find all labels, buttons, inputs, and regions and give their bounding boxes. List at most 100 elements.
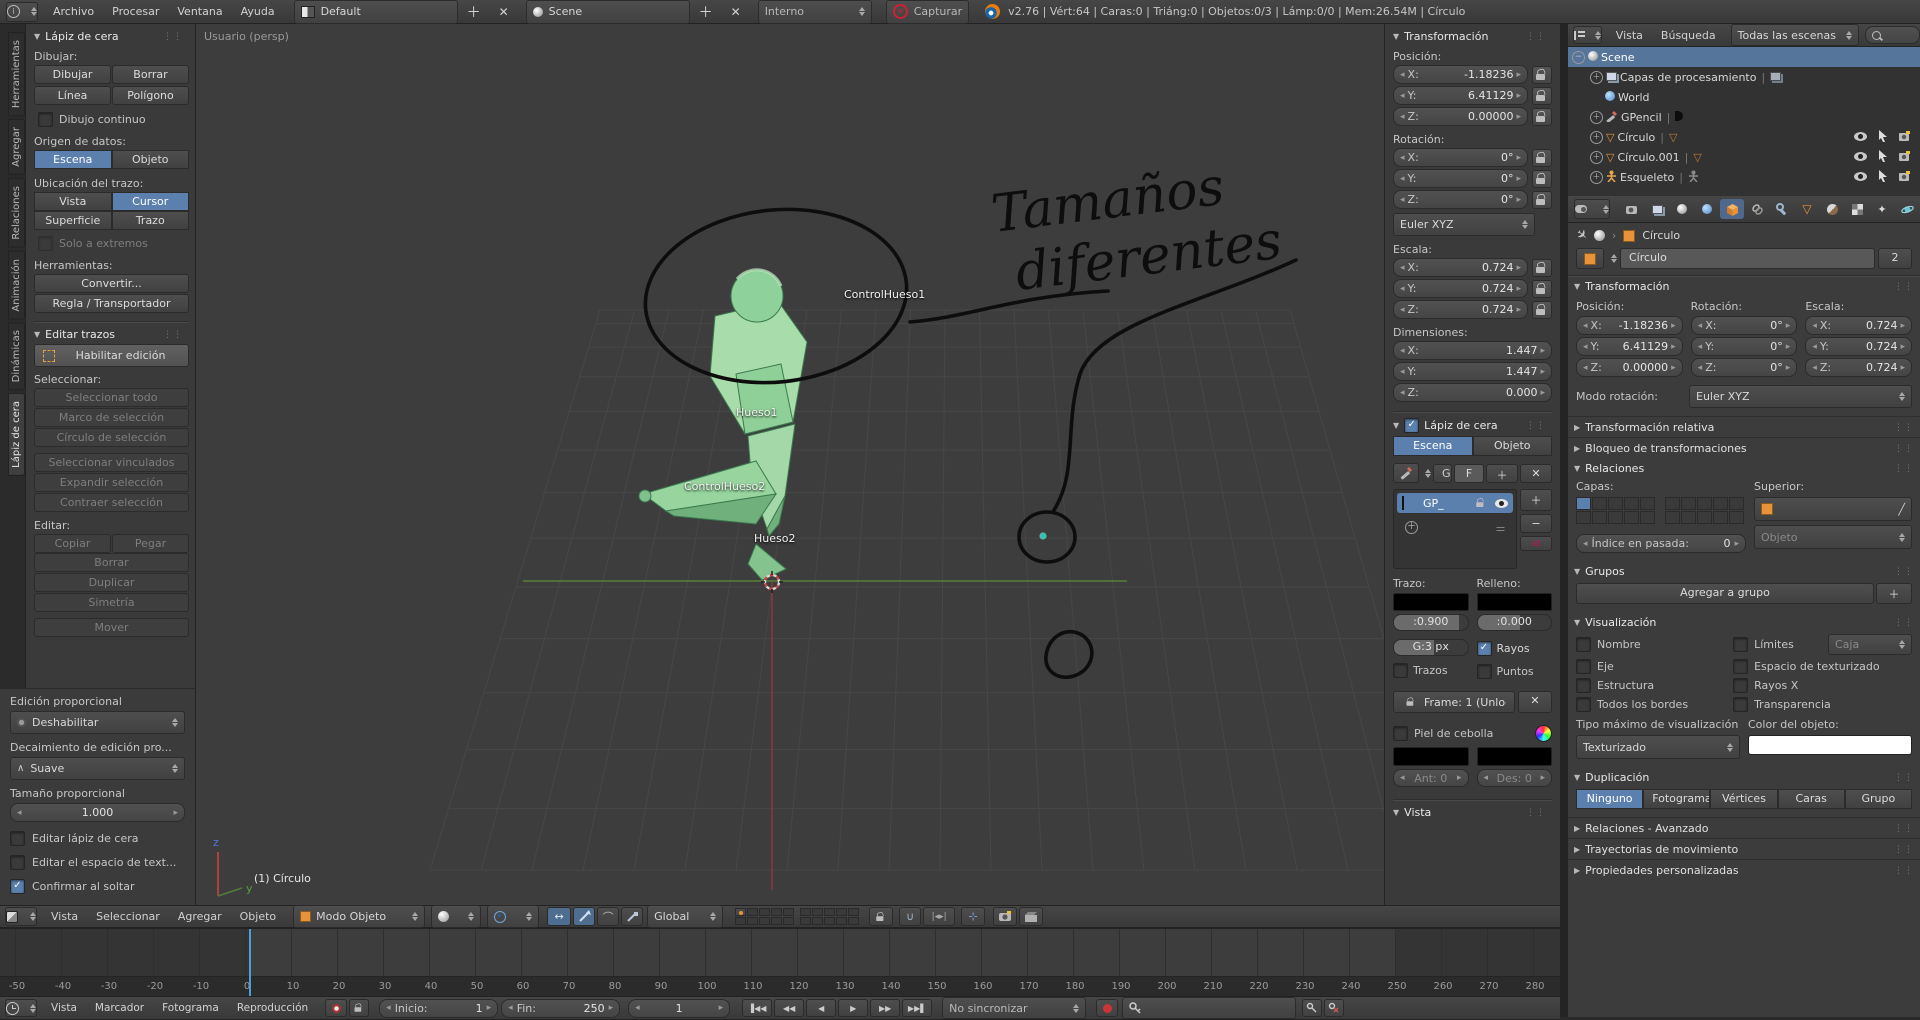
layer-cell[interactable] — [1713, 497, 1728, 510]
properties-tab-physics[interactable] — [1895, 199, 1919, 219]
volumetric-checkbox[interactable]: ✓ — [1477, 641, 1492, 656]
number-field[interactable]: ◂Y:6.41129▸ — [1393, 86, 1528, 105]
insert-keyframe-icon[interactable] — [1302, 999, 1322, 1017]
restrict-select-icon[interactable] — [1878, 130, 1888, 145]
timeline-menu-fotograma[interactable]: Fotograma — [153, 1002, 228, 1014]
layer-cell[interactable] — [1640, 497, 1655, 510]
number-field[interactable]: ◂Z:0.724▸ — [1805, 358, 1912, 377]
decrement-arrow-icon[interactable]: ◂ — [1400, 112, 1405, 122]
auto-keyframe-icon[interactable] — [325, 999, 347, 1017]
gpencil-icon[interactable] — [1393, 463, 1419, 483]
manipulator-toggle-button[interactable]: ↔ — [547, 907, 571, 926]
tool-button[interactable]: Duplicar — [34, 573, 189, 592]
duplication-option[interactable]: Grupo — [1845, 789, 1912, 809]
move-button[interactable]: Mover — [34, 618, 189, 637]
stroke-location-option[interactable]: Superficie — [34, 211, 112, 230]
increment-arrow-icon[interactable]: ▸ — [1516, 153, 1521, 163]
panel-drag-dots-icon[interactable]: ⋮⋮ — [1894, 773, 1914, 783]
increment-arrow-icon[interactable]: ▸ — [1786, 363, 1791, 373]
add-to-group-button[interactable]: Agregar a grupo — [1576, 583, 1874, 604]
increment-arrow-icon[interactable]: ▸ — [1516, 284, 1521, 294]
panel-drag-dots-icon[interactable]: ⋮⋮ — [1894, 866, 1914, 876]
lock-toggle-icon[interactable] — [1532, 87, 1552, 105]
unchecked-checkbox[interactable] — [10, 831, 25, 846]
layer-cell[interactable] — [1576, 511, 1591, 524]
layer-cell[interactable] — [812, 908, 823, 916]
restrict-render-icon[interactable] — [1899, 131, 1912, 144]
layer-cell[interactable] — [759, 908, 770, 916]
decrement-arrow-icon[interactable]: ◂ — [1400, 195, 1405, 205]
enable-editing-button[interactable]: Habilitar edición — [34, 344, 189, 367]
app-menu-ayuda[interactable]: Ayuda — [232, 5, 284, 18]
layers-grid[interactable] — [735, 908, 794, 925]
unchecked-checkbox[interactable] — [10, 855, 25, 870]
gp-panel-header[interactable]: ▼ Lápiz de cera ⋮⋮ — [34, 26, 189, 46]
increment-arrow-icon[interactable]: ▸ — [1540, 367, 1545, 377]
pin-icon[interactable]: ✈ — [1572, 226, 1590, 245]
keying-lock-icon[interactable] — [349, 999, 369, 1017]
display-checkbox[interactable] — [1733, 659, 1748, 674]
number-field[interactable]: ◂X:-1.18236▸ — [1393, 65, 1528, 84]
record-button[interactable] — [1096, 999, 1118, 1017]
layer-cell[interactable] — [759, 917, 770, 925]
number-field[interactable]: ◂X:0°▸ — [1393, 148, 1528, 167]
toolshelf-tab[interactable]: Relaciones — [8, 178, 25, 248]
end-frame-field[interactable]: ◂Fin: 250▸ — [501, 999, 620, 1018]
area-divider[interactable] — [1560, 24, 1568, 1017]
properties-tab-world[interactable] — [1695, 199, 1719, 219]
tool-button[interactable]: Seleccionar vinculados — [34, 453, 189, 472]
panel-drag-dots-icon[interactable]: ⋮⋮ — [1526, 421, 1546, 431]
lock-toggle-icon[interactable] — [1532, 301, 1552, 319]
decrement-arrow-icon[interactable]: ◂ — [17, 808, 22, 818]
draw-strokes-checkbox[interactable] — [1393, 663, 1408, 678]
layer-lock-icon[interactable] — [1474, 497, 1488, 510]
properties-tab-constraints[interactable] — [1745, 199, 1769, 219]
bounds-type-dropdown[interactable]: Caja — [1828, 634, 1912, 655]
properties-tab-particles[interactable]: ✦ — [1870, 199, 1894, 219]
outliner-menu-vista[interactable]: Vista — [1607, 29, 1652, 42]
timeline-menu-marcador[interactable]: Marcador — [86, 1002, 153, 1014]
layers-grid[interactable] — [800, 908, 859, 925]
number-field[interactable]: ◂X:0.724▸ — [1805, 316, 1912, 335]
increment-arrow-icon[interactable]: ▸ — [1671, 321, 1676, 331]
parent-type-dropdown[interactable]: Objeto — [1754, 525, 1912, 549]
editor-type-selector[interactable] — [1573, 26, 1602, 44]
layer-cell[interactable] — [1697, 511, 1712, 524]
outliner-row[interactable]: World — [1568, 87, 1920, 107]
editor-type-selector[interactable] — [1574, 199, 1610, 219]
outliner-search-input[interactable] — [1865, 26, 1920, 44]
duplication-option[interactable]: Vértices — [1710, 789, 1777, 809]
layer-cell[interactable] — [1624, 497, 1639, 510]
onion-after-color[interactable] — [1477, 747, 1553, 766]
sync-dropdown[interactable]: No sincronizar — [942, 997, 1086, 1019]
expand-icon[interactable]: ＋ — [1590, 71, 1603, 84]
layer-cell[interactable] — [824, 908, 835, 916]
fill-color-swatch[interactable] — [1477, 593, 1553, 611]
layer-cell[interactable] — [771, 908, 782, 916]
tool-button[interactable]: Expandir selección — [34, 473, 189, 492]
scene-add-button[interactable]: ＋ — [690, 2, 722, 22]
lock-toggle-icon[interactable] — [1532, 280, 1552, 298]
display-checkbox[interactable] — [1576, 697, 1591, 712]
panel-drag-dots-icon[interactable]: ⋮⋮ — [1894, 618, 1914, 628]
draw-points-checkbox[interactable] — [1477, 664, 1492, 679]
object-layers-grid[interactable] — [1576, 497, 1655, 524]
tool-button[interactable]: Pegar — [112, 534, 189, 553]
proportional-size-field[interactable]: ◂ 1.000 ▸ — [10, 803, 185, 822]
layer-remove-button[interactable]: − — [1520, 514, 1552, 533]
next-keyframe-button[interactable]: ▶▶ — [870, 999, 900, 1017]
decrement-arrow-icon[interactable]: ◂ — [1400, 174, 1405, 184]
restrict-render-icon[interactable] — [1899, 171, 1912, 184]
decrement-arrow-icon[interactable]: ◂ — [1698, 321, 1703, 331]
layer-cell[interactable] — [848, 917, 859, 925]
color-wheel-icon[interactable] — [1535, 725, 1552, 742]
users-count-button[interactable]: 2 — [1878, 248, 1912, 269]
increment-arrow-icon[interactable]: ▸ — [1671, 342, 1676, 352]
scale-manipulator-icon[interactable] — [621, 907, 643, 926]
decrement-arrow-icon[interactable]: ◂ — [1400, 388, 1405, 398]
outliner-row[interactable]: ＋Esqueleto| — [1568, 167, 1920, 187]
decrement-arrow-icon[interactable]: ◂ — [1400, 263, 1405, 273]
endpoints-only-checkbox[interactable] — [38, 236, 53, 251]
layer-cell[interactable] — [747, 917, 758, 925]
increment-arrow-icon[interactable]: ▸ — [1516, 263, 1521, 273]
